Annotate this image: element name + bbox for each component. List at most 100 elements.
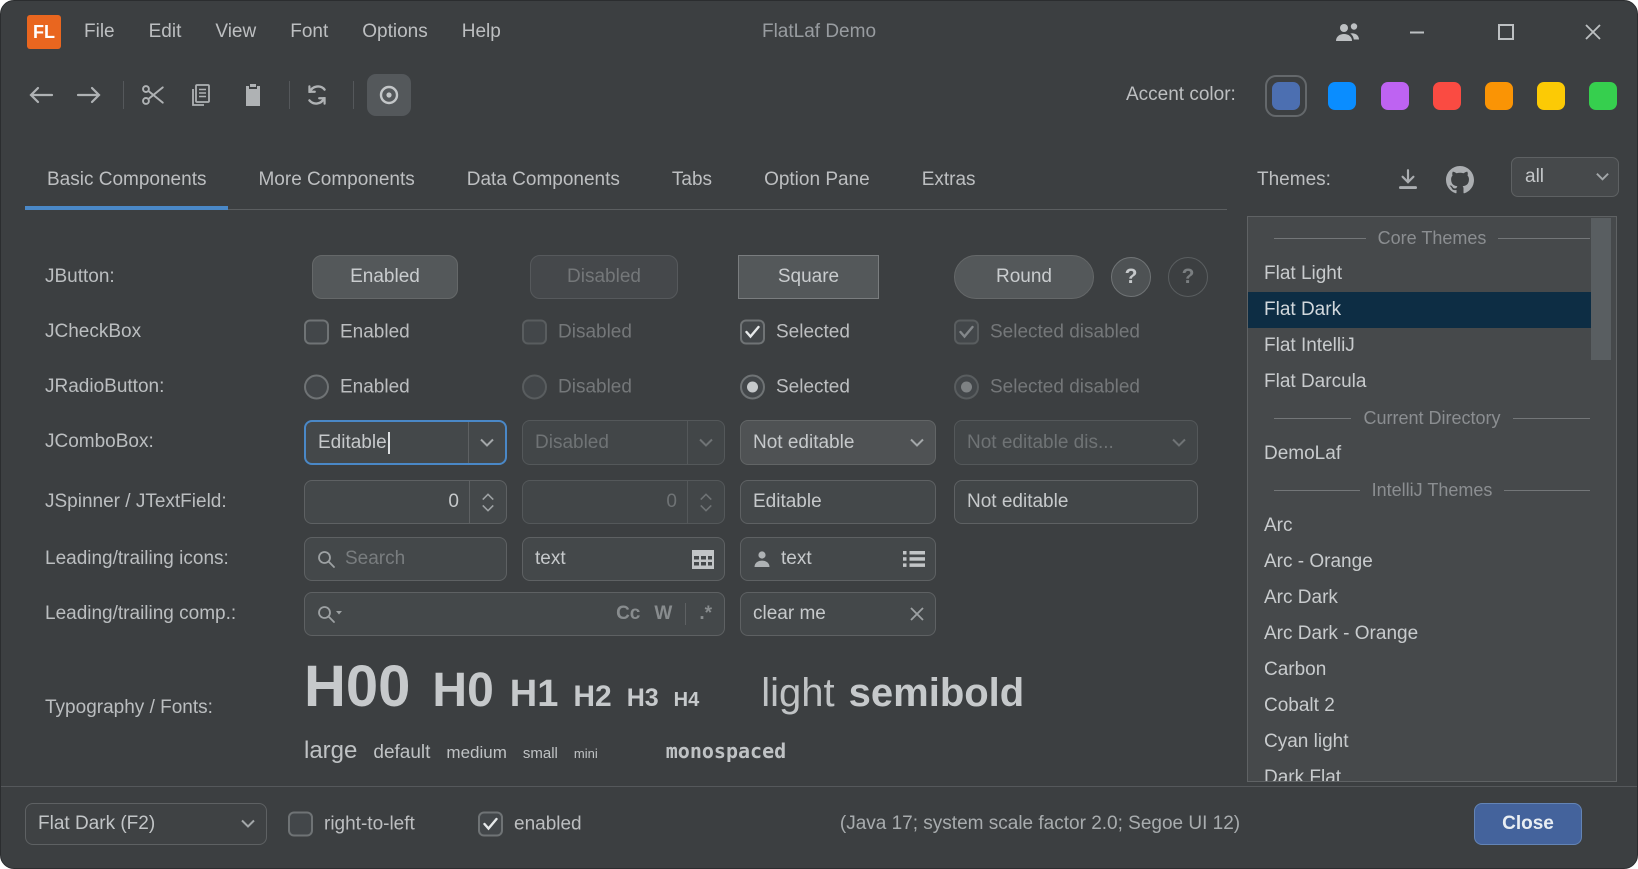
h3-sample: H3 <box>627 684 659 713</box>
text-field-user-list[interactable]: text <box>740 537 936 581</box>
refresh-button[interactable] <box>297 73 337 117</box>
accent-swatch-green[interactable] <box>1589 82 1617 110</box>
menubar: File Edit View Font Options Help <box>67 1 518 63</box>
theme-item-arc-orange[interactable]: Arc - Orange <box>1248 544 1592 580</box>
theme-item-flat-dark[interactable]: Flat Dark <box>1248 292 1592 328</box>
chevron-down-icon <box>899 421 935 464</box>
text-caret <box>388 432 390 454</box>
accent-swatch-selected[interactable] <box>1265 75 1307 117</box>
users-button[interactable] <box>1329 14 1367 50</box>
theme-item-flat-light[interactable]: Flat Light <box>1248 256 1592 292</box>
jbutton-label: JButton: <box>45 266 115 288</box>
theme-item-cobalt-2[interactable]: Cobalt 2 <box>1248 688 1592 724</box>
theme-item-arc[interactable]: Arc <box>1248 508 1592 544</box>
enabled-checkbox[interactable]: enabled <box>478 812 582 837</box>
regex-button[interactable]: .* <box>699 603 712 625</box>
square-button[interactable]: Square <box>738 255 879 299</box>
chevron-down-icon[interactable] <box>468 422 505 463</box>
download-themes-button[interactable] <box>1391 163 1425 197</box>
radio-circle <box>954 375 979 400</box>
clear-icon[interactable] <box>909 606 925 622</box>
text-field-table-icon[interactable]: text <box>522 537 725 581</box>
menu-file[interactable]: File <box>67 21 132 43</box>
combobox-editable[interactable]: Editable <box>304 420 507 465</box>
whole-word-button[interactable]: W <box>654 603 672 625</box>
theme-item-arc-dark-orange[interactable]: Arc Dark - Orange <box>1248 616 1592 652</box>
menu-view[interactable]: View <box>198 21 273 43</box>
accent-swatch-purple[interactable] <box>1381 82 1409 110</box>
checkbox-box <box>954 320 979 345</box>
themes-list: Core Themes Flat Light Flat Dark Flat In… <box>1247 216 1617 782</box>
tab-data-components[interactable]: Data Components <box>445 151 642 209</box>
round-button[interactable]: Round <box>954 255 1094 299</box>
theme-item-carbon[interactable]: Carbon <box>1248 652 1592 688</box>
maximize-button[interactable] <box>1487 14 1525 50</box>
inspect-toggle-button[interactable] <box>367 74 411 116</box>
cut-button[interactable] <box>133 73 173 117</box>
search-with-options-field[interactable]: Cc W .* <box>304 592 725 636</box>
table-icon <box>692 550 714 569</box>
enabled-button[interactable]: Enabled <box>312 255 458 299</box>
tab-more-components[interactable]: More Components <box>236 151 436 209</box>
monospaced-sample: monospaced <box>666 739 786 763</box>
theme-item-flat-darcula[interactable]: Flat Darcula <box>1248 364 1592 400</box>
back-button[interactable] <box>21 73 61 117</box>
rtl-checkbox[interactable]: right-to-left <box>288 812 415 837</box>
paste-button[interactable] <box>233 73 273 117</box>
minimize-button[interactable] <box>1398 14 1436 50</box>
theme-item-flat-intellij[interactable]: Flat IntelliJ <box>1248 328 1592 364</box>
accent-swatch-yellow[interactable] <box>1537 82 1565 110</box>
download-icon <box>1395 167 1421 193</box>
chevron-up-icon <box>699 492 713 501</box>
jspinner-label: JSpinner / JTextField: <box>45 491 227 513</box>
radio-selected[interactable]: Selected <box>740 375 850 400</box>
app-logo-text: FL <box>33 22 55 43</box>
spinner-enabled[interactable]: 0 <box>304 480 507 524</box>
menu-font[interactable]: Font <box>273 21 345 43</box>
copy-button[interactable] <box>181 73 221 117</box>
close-window-button[interactable] <box>1574 14 1612 50</box>
theme-item-dark-flat[interactable]: Dark Flat <box>1248 760 1592 782</box>
menu-options[interactable]: Options <box>345 21 444 43</box>
tab-tabs[interactable]: Tabs <box>650 151 734 209</box>
small-sample: small <box>523 745 558 762</box>
match-case-button[interactable]: Cc <box>616 603 640 625</box>
menu-edit[interactable]: Edit <box>132 21 199 43</box>
theme-item-arc-dark[interactable]: Arc Dark <box>1248 580 1592 616</box>
forward-button[interactable] <box>69 73 109 117</box>
combobox-disabled: Disabled <box>522 420 725 465</box>
tab-extras[interactable]: Extras <box>900 151 998 209</box>
github-button[interactable] <box>1443 163 1477 197</box>
help-button[interactable]: ? <box>1111 257 1151 297</box>
toolbar-separator <box>289 81 290 109</box>
accent-swatch <box>1272 82 1300 110</box>
theme-item-cyan-light[interactable]: Cyan light <box>1248 724 1592 760</box>
theme-item-demolaf[interactable]: DemoLaf <box>1248 436 1592 472</box>
search-dropdown-icon[interactable] <box>316 604 343 624</box>
menu-help[interactable]: Help <box>445 21 518 43</box>
theme-group-current-directory: Current Directory <box>1248 400 1616 436</box>
tab-option-pane[interactable]: Option Pane <box>742 151 892 209</box>
h1-sample: H1 <box>510 673 559 716</box>
accent-swatch-red[interactable] <box>1433 82 1461 110</box>
accent-swatch-blue[interactable] <box>1328 82 1356 110</box>
radio-enabled[interactable]: Enabled <box>304 375 410 400</box>
checkbox-enabled[interactable]: Enabled <box>304 320 410 345</box>
themes-scrollbar[interactable] <box>1591 218 1611 360</box>
themes-filter-combo[interactable]: all <box>1511 157 1619 197</box>
textfield-editable[interactable]: Editable <box>740 480 936 524</box>
search-field[interactable]: Search <box>304 537 507 581</box>
large-sample: large <box>304 737 357 765</box>
combobox-not-editable[interactable]: Not editable <box>740 420 936 465</box>
bottom-separator <box>1 786 1637 787</box>
clearable-field[interactable]: clear me <box>740 592 936 636</box>
laf-combo[interactable]: Flat Dark (F2) <box>25 803 267 845</box>
theme-group-label: Current Directory <box>1363 408 1500 429</box>
checkbox-selected[interactable]: Selected <box>740 320 850 345</box>
spinner-buttons[interactable] <box>469 481 506 523</box>
accent-swatch-orange[interactable] <box>1485 82 1513 110</box>
tab-basic-components[interactable]: Basic Components <box>25 151 228 209</box>
close-button[interactable]: Close <box>1474 803 1582 845</box>
check-icon <box>745 326 760 339</box>
cut-icon <box>140 82 166 108</box>
